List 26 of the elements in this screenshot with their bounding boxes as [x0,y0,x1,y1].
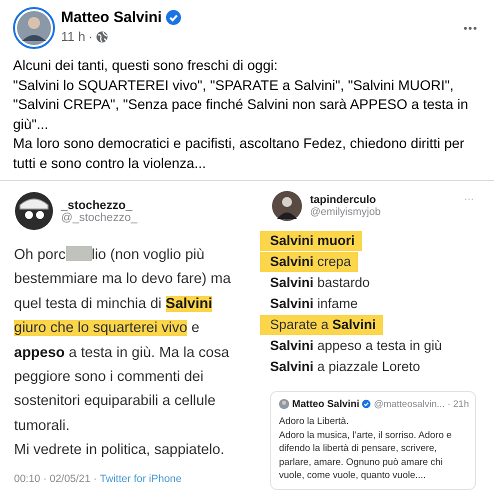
quote-meta: @matteosalvin... · 21h [374,398,469,410]
tweet-author-name: _stochezzo_ [61,198,134,212]
separator: · [88,29,93,44]
quote-author-name: Matteo Salvini [292,398,360,410]
author-name[interactable]: Matteo Salvini [61,9,162,26]
globe-icon [96,30,108,42]
tweet-line: Salvini bastardo [269,274,371,292]
ellipsis-label: ··· [464,194,474,205]
tweet-handle: @_stochezzo_ [61,212,138,224]
avatar-icon [272,191,302,221]
avatar-icon [279,398,290,410]
tweet-line: Salvini a piazzale Loreto [269,358,422,376]
tweet-timestamp: 00:10 · 02/05/21 · [14,472,97,485]
avatar-icon [13,7,55,49]
source-link[interactable]: Twitter for iPhone [100,472,182,485]
more-options-button[interactable]: ••• [459,21,482,37]
quote-text: Adoro la Libertà. Adoro la musica, l’arte, il sorriso. Adoro e difendo la libertà di pensare, scrivere, parlare, amare. Ognuno può amare chi vuole, come vuole, quanto vuole.... [279,415,453,482]
avatar-icon [14,191,54,231]
tweet-text: Oh porc lio (non voglio più bestemmiare ma lo devo fare) ma quel testa di minchia di Salvini giuro che lo squarterei vivo e appeso a testa in giù. Ma la cosa peggiore sono i commenti dei sostenitori equiparabili a cellule tumorali. [14,245,232,436]
post-time[interactable]: 11 h [61,29,86,44]
tweet-line: Salvini infame [269,295,359,313]
tweet-text: Mi vedrete in politica, sappiatelo. [14,441,226,460]
tweet-line: Salvini appeso a testa in giù [269,337,443,355]
tweet-handle: @emilyismyjob [310,206,382,218]
post-text: Alcuni dei tanti, questi sono freschi di oggi: "Salvini lo SQUARTEREI vivo", "SPARATE a Salvini", "Salvini MUORI", "Salvini CREPA", "Senza pace finché Salvini non sarà APPESO a testa in giù"... Ma loro sono democratici e pacifisti, ascoltano Fedez, chiedono diritti per tutti e sono contro la violenza... [12,56,470,173]
tweet-author-name: tapinderculo [310,194,378,206]
